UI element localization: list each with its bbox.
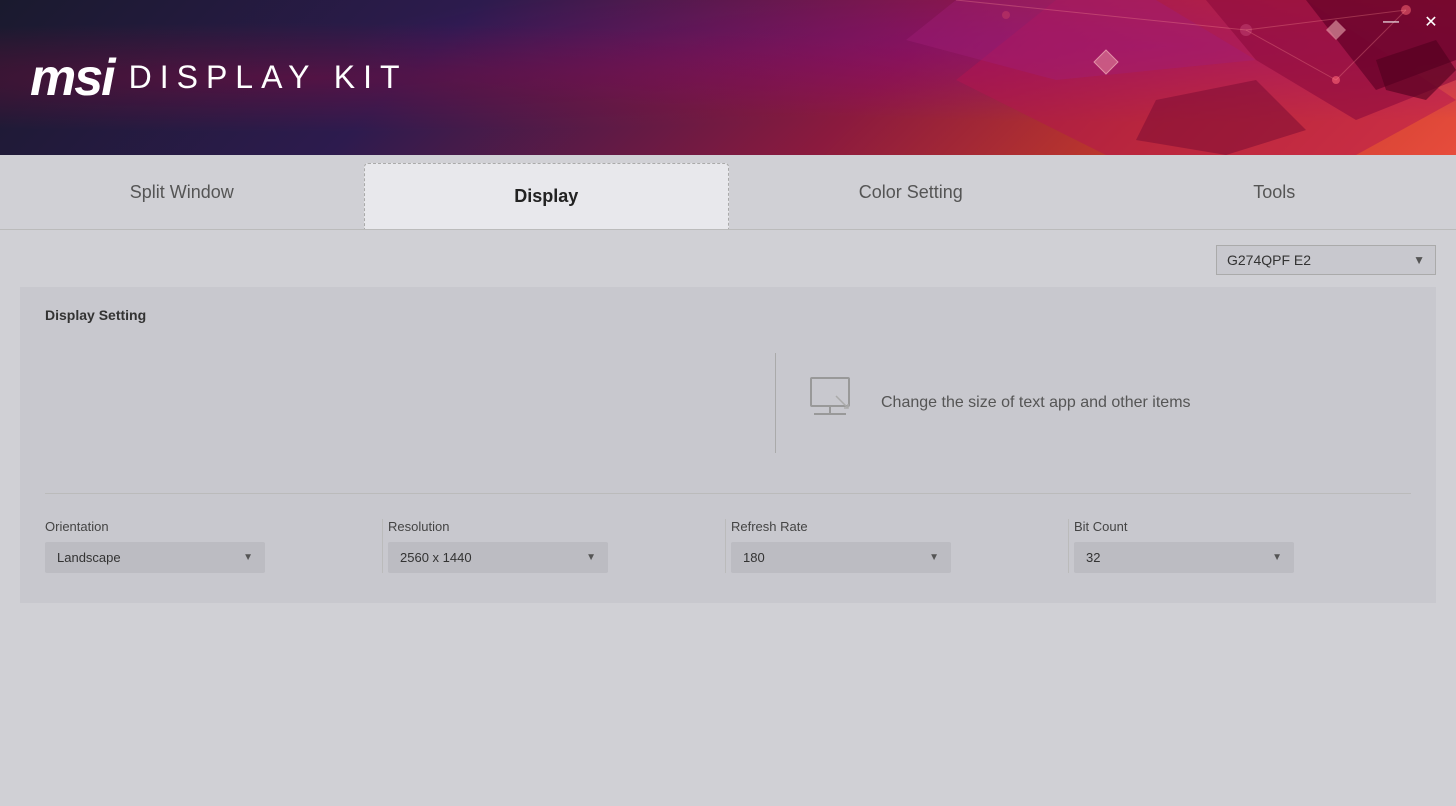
monitor-dropdown-value: G274QPF E2 (1227, 252, 1311, 268)
tab-tools[interactable]: Tools (1093, 155, 1456, 229)
resolution-group: Resolution 2560 x 1440 ▼ (382, 519, 725, 573)
header-logo: msi DISPLAY KIT (30, 48, 408, 108)
msi-brand: msi (30, 48, 114, 108)
refresh-rate-group: Refresh Rate 180 ▼ (725, 519, 1068, 573)
change-size-area: Change the size of text app and other it… (806, 376, 1411, 431)
card-title: Display Setting (45, 307, 1411, 323)
resolution-arrow: ▼ (586, 552, 596, 563)
change-size-text: Change the size of text app and other it… (881, 394, 1191, 412)
header-banner: msi DISPLAY KIT — ✕ (0, 0, 1456, 155)
minimize-button[interactable]: — (1381, 12, 1401, 32)
orientation-value: Landscape (57, 550, 121, 565)
scale-monitor-icon (806, 376, 861, 426)
resolution-dropdown[interactable]: 2560 x 1440 ▼ (388, 542, 608, 573)
close-button[interactable]: ✕ (1421, 12, 1441, 32)
orientation-dropdown[interactable]: Landscape ▼ (45, 542, 265, 573)
tab-color-setting[interactable]: Color Setting (729, 155, 1093, 229)
refresh-rate-dropdown[interactable]: 180 ▼ (731, 542, 951, 573)
monitor-preview (45, 343, 745, 463)
window-controls: — ✕ (1381, 12, 1441, 32)
monitor-icon (295, 338, 495, 468)
bit-count-label: Bit Count (1074, 519, 1391, 534)
refresh-rate-value: 180 (743, 550, 765, 565)
monitor-dropdown[interactable]: G274QPF E2 ▼ (1216, 245, 1436, 275)
bit-count-group: Bit Count 32 ▼ (1068, 519, 1411, 573)
orientation-group: Orientation Landscape ▼ (45, 519, 382, 573)
monitor-select-row: G274QPF E2 ▼ (20, 245, 1436, 275)
controls-row: Orientation Landscape ▼ Resolution 2560 … (45, 493, 1411, 573)
scale-icon (806, 376, 861, 431)
refresh-rate-label: Refresh Rate (731, 519, 1048, 534)
orientation-label: Orientation (45, 519, 362, 534)
orientation-arrow: ▼ (243, 552, 253, 563)
bit-count-arrow: ▼ (1272, 552, 1282, 563)
app-window: msi DISPLAY KIT — ✕ Split Window Display… (0, 0, 1456, 806)
tab-display[interactable]: Display (364, 163, 730, 229)
bit-count-dropdown[interactable]: 32 ▼ (1074, 542, 1294, 573)
monitor-dropdown-arrow: ▼ (1413, 253, 1425, 267)
divider-vertical (775, 353, 776, 453)
resolution-label: Resolution (388, 519, 705, 534)
product-name: DISPLAY KIT (129, 59, 408, 96)
refresh-rate-arrow: ▼ (929, 552, 939, 563)
header-decoration (756, 0, 1456, 155)
display-setting-card: Display Setting (20, 287, 1436, 603)
resolution-value: 2560 x 1440 (400, 550, 472, 565)
nav-tabs: Split Window Display Color Setting Tools (0, 155, 1456, 230)
display-preview-area: Change the size of text app and other it… (45, 343, 1411, 463)
bit-count-value: 32 (1086, 550, 1100, 565)
main-content: G274QPF E2 ▼ Display Setting (0, 230, 1456, 806)
tab-split-window[interactable]: Split Window (0, 155, 364, 229)
